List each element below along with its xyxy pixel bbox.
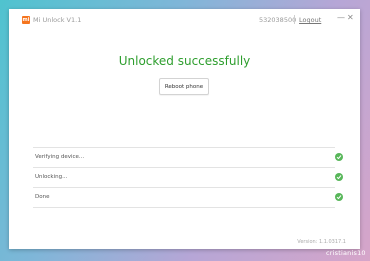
account-id: 532038500 xyxy=(259,16,297,24)
check-icon xyxy=(335,173,343,181)
minimize-icon[interactable]: — xyxy=(337,13,345,22)
step-done: Done xyxy=(33,187,343,208)
close-icon[interactable]: ✕ xyxy=(347,13,354,22)
title-divider xyxy=(294,15,295,24)
app-title: Mi Unlock V1.1 xyxy=(33,16,82,24)
check-icon xyxy=(335,153,343,161)
step-label: Verifying device... xyxy=(35,154,85,160)
title-bar: mi Mi Unlock V1.1 532038500 Logout — ✕ xyxy=(9,9,360,31)
version-label: Version: 1.1.0317.1 xyxy=(297,239,346,245)
step-unlocking: Unlocking... xyxy=(33,167,343,187)
step-label: Done xyxy=(35,194,50,200)
step-verifying: Verifying device... xyxy=(33,147,343,167)
logout-link[interactable]: Logout xyxy=(299,16,321,24)
progress-steps: Verifying device... Unlocking... Done xyxy=(33,147,343,208)
step-label: Unlocking... xyxy=(35,174,68,180)
reboot-phone-button[interactable]: Reboot phone xyxy=(159,78,209,95)
mi-logo-icon: mi xyxy=(22,16,30,24)
check-icon xyxy=(335,193,343,201)
watermark-text: cristianis10 xyxy=(326,249,366,257)
status-heading: Unlocked successfully xyxy=(118,54,251,68)
mi-unlock-window: mi Mi Unlock V1.1 532038500 Logout — ✕ U… xyxy=(9,9,360,249)
